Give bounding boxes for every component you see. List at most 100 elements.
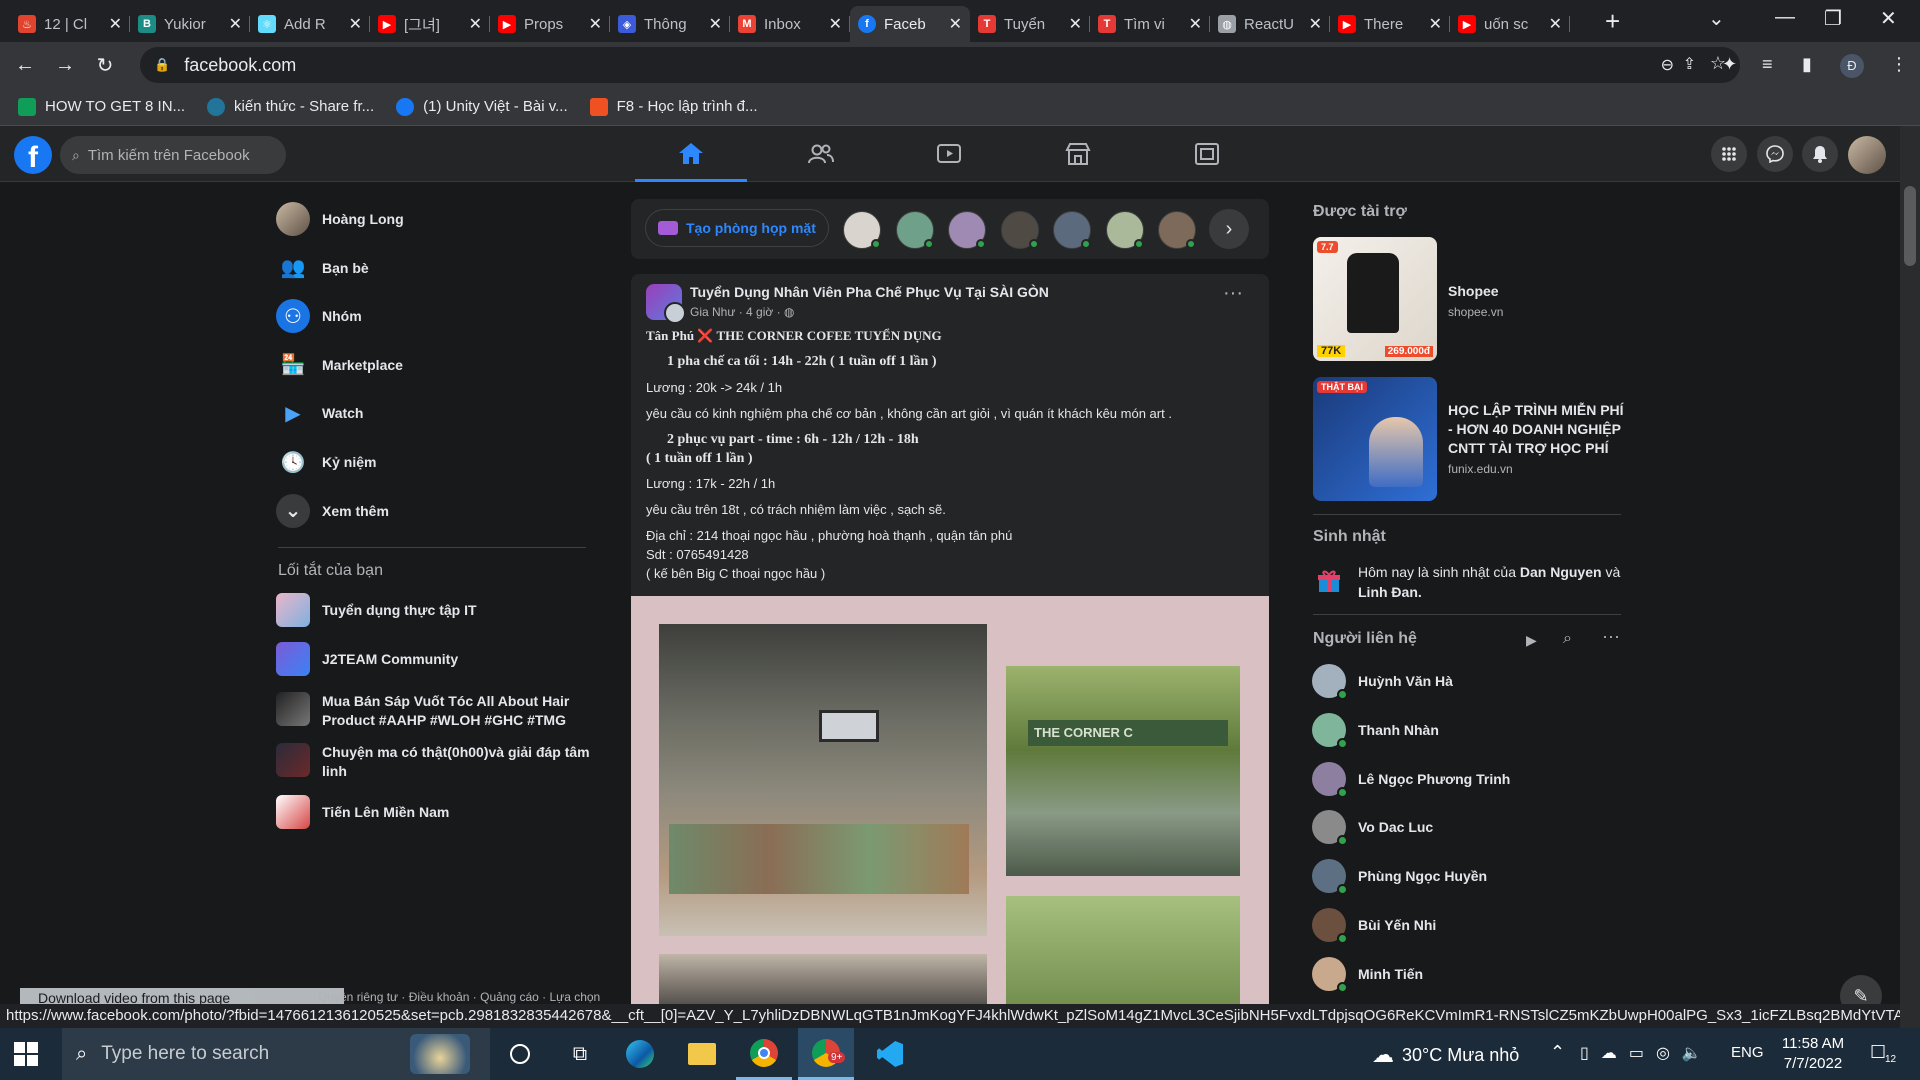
contact-item[interactable]: Vo Dac Luc bbox=[1312, 810, 1433, 847]
clock[interactable]: 11:58 AM 7/7/2022 bbox=[1778, 1034, 1848, 1074]
zoom-icon[interactable]: ⊖ bbox=[1661, 55, 1674, 75]
room-friend-avatar[interactable] bbox=[1000, 211, 1039, 249]
room-friend-avatar[interactable] bbox=[1158, 211, 1196, 249]
facebook-search-input[interactable]: ⌕ Tìm kiếm trên Facebook bbox=[60, 136, 286, 174]
contacts-search-icon[interactable]: ⌕ bbox=[1563, 630, 1572, 648]
weather-widget[interactable]: ☁ 30°C Mưa nhỏ bbox=[1372, 1042, 1519, 1068]
photo-ceiling[interactable] bbox=[659, 954, 987, 1004]
funix-ad-image[interactable]: THẬT BẠI bbox=[1313, 377, 1437, 501]
side-panel-icon[interactable]: ▮ bbox=[1802, 54, 1812, 75]
tab-close-icon[interactable]: ✕ bbox=[1429, 14, 1442, 34]
tab-close-icon[interactable]: ✕ bbox=[469, 14, 482, 34]
media-control-icon[interactable]: ≡ bbox=[1762, 54, 1773, 75]
profile-avatar[interactable]: Đ bbox=[1840, 54, 1864, 78]
contacts-options-icon[interactable]: ··· bbox=[1602, 626, 1620, 647]
bookmark-item[interactable]: kiến thức - Share fr... bbox=[207, 97, 374, 116]
extensions-icon[interactable]: ✦ bbox=[1722, 54, 1737, 75]
browser-tab[interactable]: M Inbox ✕ bbox=[730, 6, 850, 42]
sidebar-item[interactable]: ▶ Watch bbox=[276, 396, 596, 430]
post-options-button[interactable]: ··· bbox=[1223, 282, 1243, 305]
nav-gaming-tab[interactable] bbox=[1151, 126, 1263, 182]
footer-links[interactable]: Quyền riêng tư · Điều khoản · Quảng cáo … bbox=[318, 990, 600, 1004]
vscode-button[interactable] bbox=[862, 1028, 918, 1080]
tab-close-icon[interactable]: ✕ bbox=[949, 14, 962, 34]
start-button[interactable] bbox=[14, 1042, 38, 1066]
messenger-button[interactable] bbox=[1757, 136, 1793, 172]
photo-cafe-interior[interactable] bbox=[659, 624, 987, 936]
contact-item[interactable]: Phùng Ngọc Huyền bbox=[1312, 859, 1487, 896]
nav-home-tab[interactable] bbox=[635, 126, 747, 182]
menu-icon[interactable]: ⋮ bbox=[1890, 54, 1908, 75]
create-room-button[interactable]: Tạo phòng họp mặt bbox=[645, 209, 829, 247]
contact-item[interactable]: Lê Ngọc Phương Trinh bbox=[1312, 761, 1510, 798]
show-hidden-icons[interactable]: ⌃ bbox=[1550, 1042, 1565, 1063]
contact-item[interactable]: Huỳnh Văn Hà bbox=[1312, 664, 1453, 700]
tab-close-icon[interactable]: ✕ bbox=[349, 14, 362, 34]
tab-close-icon[interactable]: ✕ bbox=[1549, 14, 1562, 34]
nav-marketplace-tab[interactable] bbox=[1022, 126, 1134, 182]
menu-grid-button[interactable] bbox=[1711, 136, 1747, 172]
chrome-profile-button[interactable]: 9+ bbox=[798, 1028, 854, 1080]
rooms-next-button[interactable]: › bbox=[1209, 209, 1249, 249]
sidebar-item[interactable]: 🏪 Marketplace bbox=[276, 348, 596, 382]
browser-tab[interactable]: ♨ 12 | Cl ✕ bbox=[10, 6, 130, 42]
shopee-ad-image[interactable]: 7.7 77K 269.000đ bbox=[1313, 237, 1437, 361]
browser-tab[interactable]: B Yukior ✕ bbox=[130, 6, 250, 42]
browser-tab[interactable]: ◍ ReactU ✕ bbox=[1210, 6, 1330, 42]
shortcut-item[interactable]: Mua Bán Sáp Vuốt Tóc All About Hair Produ… bbox=[276, 692, 596, 730]
edge-button[interactable] bbox=[612, 1028, 668, 1080]
browser-tab[interactable]: T Tuyển ✕ bbox=[970, 6, 1090, 42]
room-friend-avatar[interactable] bbox=[948, 211, 986, 249]
back-button[interactable]: ← bbox=[6, 46, 44, 84]
birthday-name-1[interactable]: Dan Nguyen bbox=[1520, 564, 1602, 580]
browser-tab[interactable]: ▶ uốn sc ✕ bbox=[1450, 6, 1570, 42]
sidebar-item[interactable]: ⌄ Xem thêm bbox=[276, 493, 596, 528]
shortcut-item[interactable]: J2TEAM Community bbox=[276, 642, 596, 676]
tab-search-icon[interactable]: ⌄ bbox=[1708, 6, 1725, 31]
shortcut-item[interactable]: Chuyện ma có thật(0h00)và giải đáp tâm li… bbox=[276, 743, 596, 781]
room-friend-avatar[interactable] bbox=[843, 211, 881, 249]
browser-tab[interactable]: ⚛ Add R ✕ bbox=[250, 6, 370, 42]
task-view-button[interactable]: ⧉ bbox=[552, 1028, 608, 1080]
sidebar-item[interactable]: Hoàng Long bbox=[276, 202, 596, 236]
bookmark-item[interactable]: F8 - Học lập trình đ... bbox=[589, 97, 758, 116]
contact-item[interactable]: Minh Tiến bbox=[1312, 956, 1423, 993]
tab-close-icon[interactable]: ✕ bbox=[829, 14, 842, 34]
taskbar-search-input[interactable]: ⌕ Type here to search bbox=[62, 1028, 490, 1080]
bookmark-item[interactable]: (1) Unity Việt - Bài v... bbox=[396, 97, 568, 116]
tab-close-icon[interactable]: ✕ bbox=[229, 14, 242, 34]
tab-close-icon[interactable]: ✕ bbox=[1069, 14, 1082, 34]
page-scrollbar[interactable] bbox=[1900, 126, 1920, 1028]
share-icon[interactable]: ⇪ bbox=[1683, 54, 1696, 74]
bookmark-item[interactable]: HOW TO GET 8 IN... bbox=[18, 97, 185, 116]
browser-tab[interactable]: T Tìm vi ✕ bbox=[1090, 6, 1210, 42]
notifications-button[interactable] bbox=[1802, 136, 1838, 172]
ad-text[interactable]: HỌC LẬP TRÌNH MIỄN PHÍ - HƠN 40 DOANH NGH… bbox=[1448, 401, 1626, 479]
new-room-icon[interactable]: ▶ bbox=[1526, 632, 1537, 649]
tab-close-icon[interactable]: ✕ bbox=[1309, 14, 1322, 34]
tray-icons[interactable]: ▯ ☁ ▭ ◎ 🔈 bbox=[1580, 1043, 1702, 1063]
language-indicator[interactable]: ENG bbox=[1731, 1044, 1764, 1061]
new-tab-button[interactable]: + bbox=[1605, 4, 1620, 40]
address-bar[interactable]: 🔒 facebook.com ⊖ ⇪ ☆ bbox=[140, 47, 1740, 83]
facebook-logo[interactable]: f bbox=[14, 136, 52, 174]
ad-text[interactable]: Shopee shopee.vn bbox=[1448, 282, 1626, 322]
shortcut-item[interactable]: Tuyển dụng thực tập IT bbox=[276, 593, 596, 627]
restore-button[interactable]: ❐ bbox=[1824, 6, 1842, 31]
browser-tab[interactable]: f Faceb ✕ bbox=[850, 6, 970, 42]
browser-tab[interactable]: ▶ There ✕ bbox=[1330, 6, 1450, 42]
tab-close-icon[interactable]: ✕ bbox=[589, 14, 602, 34]
chrome-button[interactable] bbox=[736, 1028, 792, 1080]
account-avatar[interactable] bbox=[1848, 136, 1886, 174]
post-group-name[interactable]: Tuyển Dụng Nhân Viên Pha Chế Phục Vụ Tại… bbox=[690, 284, 1049, 300]
shortcut-item[interactable]: Tiến Lên Miền Nam bbox=[276, 795, 596, 829]
sidebar-item[interactable]: ⚇ Nhóm bbox=[276, 299, 596, 334]
tab-close-icon[interactable]: ✕ bbox=[1189, 14, 1202, 34]
reload-button[interactable]: ↻ bbox=[86, 46, 124, 84]
tab-close-icon[interactable]: ✕ bbox=[109, 14, 122, 34]
file-explorer-button[interactable] bbox=[674, 1028, 730, 1080]
birthday-name-2[interactable]: Linh Đan. bbox=[1358, 584, 1422, 600]
cortana-button[interactable] bbox=[492, 1028, 548, 1080]
room-friend-avatar[interactable] bbox=[1053, 211, 1091, 249]
nav-watch-tab[interactable] bbox=[893, 126, 1005, 182]
